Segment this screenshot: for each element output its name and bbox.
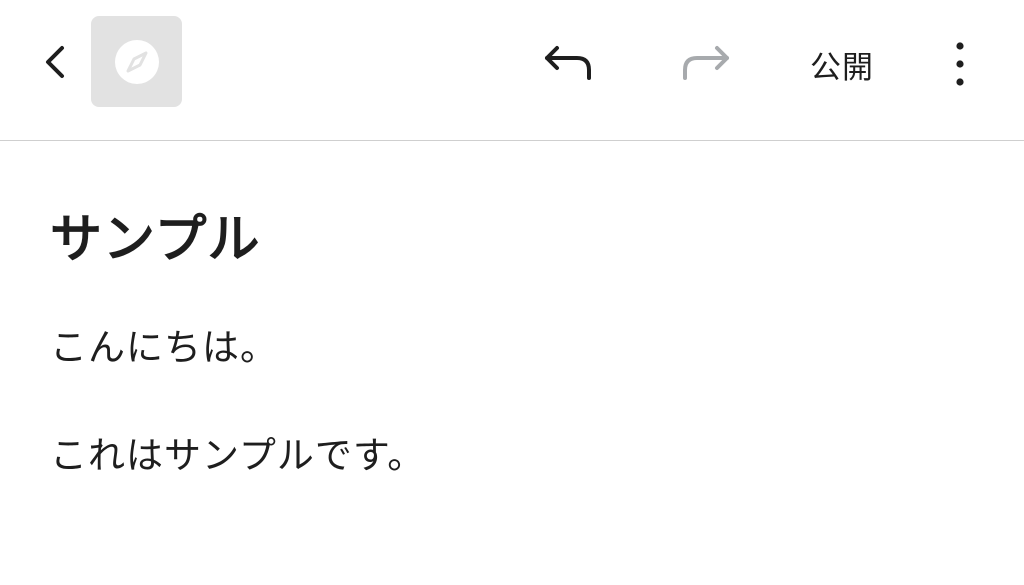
paragraph-block[interactable]: これはサンプルです。	[50, 428, 990, 484]
more-options-button[interactable]	[936, 34, 984, 94]
compass-icon	[114, 39, 159, 84]
undo-button[interactable]	[536, 36, 602, 88]
redo-icon	[683, 46, 729, 80]
undo-icon	[545, 46, 591, 80]
redo-button[interactable]	[672, 36, 738, 88]
site-icon-button[interactable]	[91, 16, 182, 107]
publish-label: 公開	[810, 49, 874, 86]
paragraph-block[interactable]: こんにちは。	[50, 320, 990, 376]
back-button[interactable]	[30, 36, 82, 88]
more-vertical-icon	[956, 42, 964, 86]
publish-button[interactable]: 公開	[796, 36, 888, 92]
editor-canvas: サンプル こんにちは。 これはサンプルです。	[50, 190, 990, 484]
editor-toolbar: 公開	[0, 0, 1024, 141]
chevron-left-icon	[46, 46, 64, 78]
post-title[interactable]: サンプル	[50, 190, 990, 290]
